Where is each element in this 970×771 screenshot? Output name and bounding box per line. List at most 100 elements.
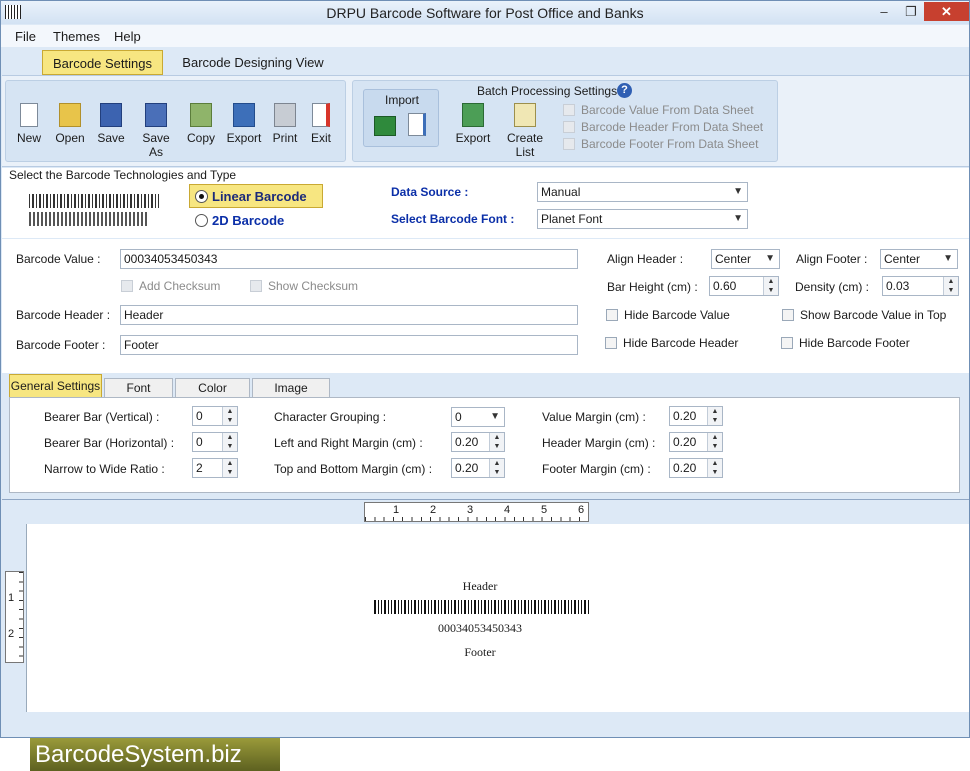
brand-banner: BarcodeSystem.biz [30, 738, 280, 771]
character-grouping-value: 0 [455, 410, 462, 424]
2d-barcode-label[interactable]: 2D Barcode [212, 213, 284, 228]
add-checksum-checkbox[interactable] [121, 280, 133, 292]
technology-panel: Select the Barcode Technologies and Type… [2, 168, 969, 238]
2d-barcode-radio[interactable] [195, 214, 208, 227]
spin-arrows-icon[interactable]: ▲ ▼ [222, 433, 237, 451]
spin-arrows-icon[interactable]: ▲ ▼ [222, 459, 237, 477]
barcode-header-input[interactable]: Header [120, 305, 578, 325]
spin-arrows-icon[interactable]: ▲ ▼ [222, 407, 237, 425]
footer-margin-value: 0.20 [673, 461, 697, 475]
batch-footer-label: Barcode Footer From Data Sheet [581, 137, 759, 151]
spin-arrows-icon[interactable]: ▲ ▼ [943, 277, 958, 295]
new-button[interactable]: New [12, 103, 46, 145]
bar-height-value: 0.60 [713, 279, 737, 293]
density-stepper[interactable]: 0.03 ▲ ▼ [882, 276, 959, 296]
hide-barcode-footer-checkbox[interactable] [781, 337, 793, 349]
printer-icon [274, 103, 296, 127]
tab-general-settings[interactable]: General Settings [9, 374, 102, 397]
batch-export-button[interactable]: Export [455, 103, 491, 145]
exit-button[interactable]: Exit [306, 103, 336, 145]
lr-margin-value: 0.20 [455, 435, 479, 449]
footer-margin-stepper[interactable]: 0.20 ▲ ▼ [669, 458, 723, 478]
tab-font-settings[interactable]: Font Settings [104, 378, 173, 413]
bearer-vertical-label: Bearer Bar (Vertical) : [44, 410, 160, 424]
show-value-top-checkbox[interactable] [782, 309, 794, 321]
menu-file[interactable]: File [15, 29, 36, 44]
minimize-button[interactable]: – [871, 2, 897, 21]
header-margin-label: Header Margin (cm) : [542, 436, 656, 450]
menu-bar: File Themes Help [1, 25, 969, 47]
footer-margin-label: Footer Margin (cm) : [542, 462, 651, 476]
value-margin-stepper[interactable]: 0.20 ▲ ▼ [669, 406, 723, 426]
barcode-canvas[interactable]: Header 00034053450343 Footer [26, 524, 969, 712]
window-title: DRPU Barcode Software for Post Office an… [326, 5, 644, 21]
export-button[interactable]: Export [224, 103, 264, 145]
barcode-footer-input[interactable]: Footer [120, 335, 578, 355]
linear-barcode-label[interactable]: Linear Barcode [212, 189, 307, 204]
batch-footer-checkbox[interactable] [563, 138, 575, 150]
restore-button[interactable]: ❐ [898, 2, 924, 21]
save-button[interactable]: Save [94, 103, 128, 145]
header-margin-stepper[interactable]: 0.20 ▲ ▼ [669, 432, 723, 452]
narrow-wide-stepper[interactable]: 2 ▲ ▼ [192, 458, 238, 478]
data-source-select[interactable]: Manual ▼ [537, 182, 748, 202]
horizontal-ruler: 1 2 3 4 5 6 [364, 502, 589, 522]
import-excel-icon[interactable] [374, 116, 396, 136]
hide-barcode-value-checkbox[interactable] [606, 309, 618, 321]
tab-image-settings[interactable]: Image Settings [252, 378, 330, 413]
lr-margin-stepper[interactable]: 0.20 ▲ ▼ [451, 432, 505, 452]
ruler-h-6: 6 [578, 504, 585, 516]
create-list-label: Create List [506, 131, 544, 159]
hide-barcode-footer-label: Hide Barcode Footer [799, 336, 910, 350]
barcode-value-input[interactable]: 00034053450343 [120, 249, 578, 269]
bearer-horizontal-stepper[interactable]: 0 ▲ ▼ [192, 432, 238, 452]
ruler-h-1: 1 [393, 504, 400, 516]
hide-barcode-header-checkbox[interactable] [605, 337, 617, 349]
batch-export-label: Export [455, 131, 491, 145]
batch-header-checkbox[interactable] [563, 121, 575, 133]
batch-header-label: Barcode Header From Data Sheet [581, 120, 764, 134]
close-button[interactable]: ✕ [924, 2, 969, 21]
linear-barcode-radio[interactable] [195, 190, 208, 203]
menu-help[interactable]: Help [114, 29, 141, 44]
spin-arrows-icon[interactable]: ▲ ▼ [707, 407, 722, 425]
tab-color-settings[interactable]: Color Settings [175, 378, 250, 413]
character-grouping-select[interactable]: 0 ▼ [451, 407, 505, 427]
align-footer-select[interactable]: Center ▼ [880, 249, 958, 269]
copy-button[interactable]: Copy [184, 103, 218, 145]
spin-arrows-icon[interactable]: ▲ ▼ [489, 433, 504, 451]
spin-arrows-icon[interactable]: ▲ ▼ [707, 459, 722, 477]
open-button[interactable]: Open [50, 103, 90, 145]
menu-themes[interactable]: Themes [53, 29, 100, 44]
barcode-footer-label: Barcode Footer : [16, 338, 106, 352]
ruler-v-2: 2 [8, 628, 15, 640]
batch-value-checkbox[interactable] [563, 104, 575, 116]
ribbon: New Open Save Save As Copy Export Print … [2, 75, 969, 167]
spin-arrows-icon[interactable]: ▲ ▼ [489, 459, 504, 477]
import-group: Import [363, 89, 439, 147]
save-disk-icon [100, 103, 122, 127]
tb-margin-stepper[interactable]: 0.20 ▲ ▼ [451, 458, 505, 478]
spin-arrows-icon[interactable]: ▲ ▼ [707, 433, 722, 451]
save-as-button[interactable]: Save As [134, 103, 178, 159]
create-list-button[interactable]: Create List [497, 103, 553, 159]
data-source-label: Data Source : [391, 185, 469, 199]
tab-barcode-designing-view[interactable]: Barcode Designing View [173, 50, 333, 75]
tab-barcode-settings[interactable]: Barcode Settings [42, 50, 163, 75]
help-icon[interactable]: ? [617, 83, 632, 98]
lr-margin-label: Left and Right Margin (cm) : [274, 436, 423, 450]
ruler-h-5: 5 [541, 504, 548, 516]
barcode-font-select[interactable]: Planet Font ▼ [537, 209, 748, 229]
open-label: Open [55, 131, 85, 145]
linear-barcode-icon [29, 194, 159, 208]
bearer-vertical-stepper[interactable]: 0 ▲ ▼ [192, 406, 238, 426]
narrow-wide-value: 2 [196, 461, 203, 475]
show-checksum-checkbox[interactable] [250, 280, 262, 292]
print-button[interactable]: Print [268, 103, 302, 145]
import-document-icon[interactable] [408, 113, 426, 136]
general-settings-panel: Bearer Bar (Vertical) : 0 ▲ ▼ Bearer Bar … [9, 397, 960, 493]
align-header-select[interactable]: Center ▼ [711, 249, 780, 269]
bar-height-stepper[interactable]: 0.60 ▲ ▼ [709, 276, 779, 296]
spin-arrows-icon[interactable]: ▲ ▼ [763, 277, 778, 295]
align-header-value: Center [715, 252, 752, 266]
